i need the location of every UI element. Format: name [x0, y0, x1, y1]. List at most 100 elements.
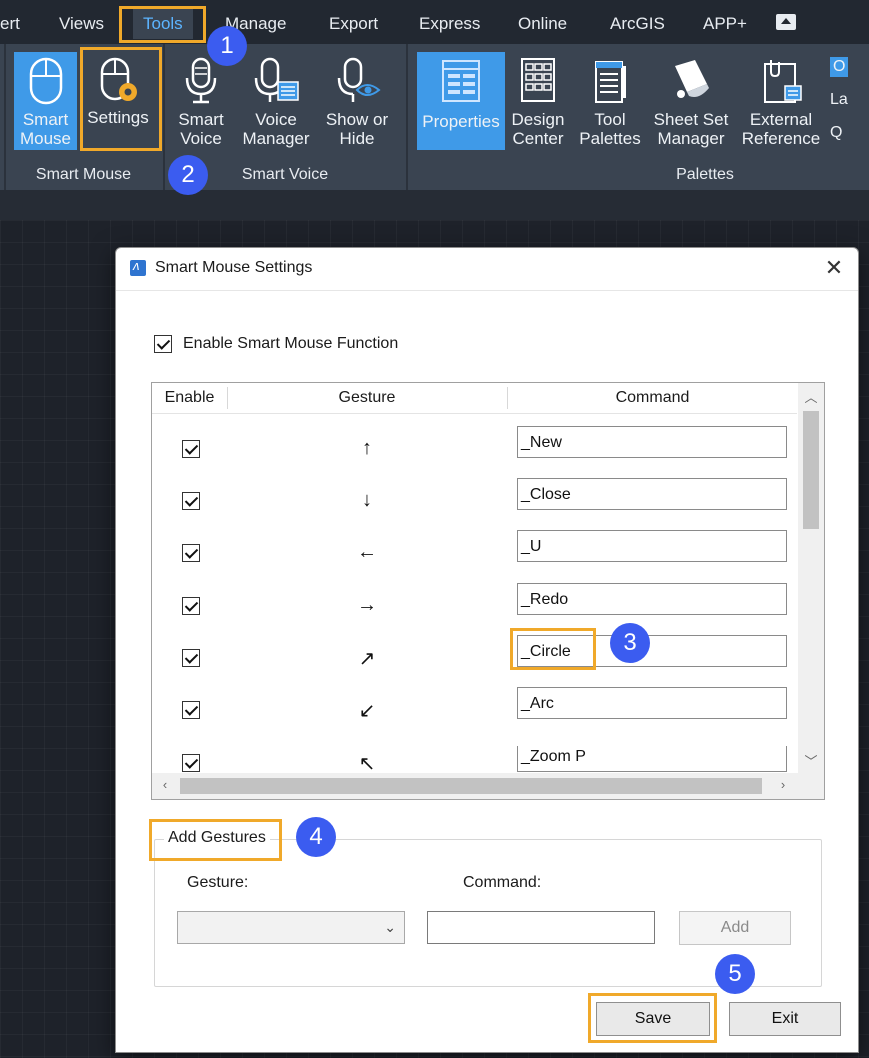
settings-button[interactable]: Settings — [82, 52, 154, 150]
table-row: ↑ _New — [152, 426, 797, 484]
scroll-right-icon[interactable]: › — [770, 777, 796, 792]
mini-label-o: O — [833, 58, 846, 75]
sheet-set-manager-button[interactable]: Sheet Set Manager — [650, 52, 732, 148]
mini-button-la[interactable]: La — [830, 91, 848, 109]
menu-export[interactable]: Export — [329, 14, 378, 34]
dialog-titlebar: Smart Mouse Settings ✕ — [116, 248, 858, 291]
voice-manager-button[interactable]: Voice Manager — [239, 52, 313, 148]
smart-voice-label-1: Smart — [178, 110, 224, 129]
row-enable-checkbox[interactable] — [182, 597, 200, 615]
mini-label-la: La — [830, 91, 848, 108]
callout-badge-3: 3 — [610, 623, 650, 663]
command-field[interactable]: _U — [517, 530, 787, 562]
callout-badge-2: 2 — [168, 155, 208, 195]
row-enable-checkbox[interactable] — [182, 492, 200, 510]
design-center-icon — [521, 58, 555, 102]
row-enable-checkbox[interactable] — [182, 544, 200, 562]
design-center-label-2: Center — [512, 129, 564, 148]
mini-label-q: Q — [830, 124, 843, 141]
gesture-table: Enable Gesture Command ↑ _New ↓ _Close ←… — [151, 382, 825, 800]
gesture-label: Gesture: — [187, 874, 249, 891]
chevron-down-icon: ⌄ — [384, 919, 396, 935]
sheet-set-label-1: Sheet Set — [653, 110, 729, 129]
smart-mouse-button[interactable]: Smart Mouse — [14, 52, 77, 150]
ribbon-bottom-bar — [0, 190, 869, 220]
menu-insert-partial[interactable]: ert — [0, 14, 20, 34]
command-input[interactable] — [427, 911, 655, 944]
properties-label: Properties — [422, 112, 500, 131]
add-button[interactable]: Add — [679, 911, 791, 945]
command-field[interactable]: _Zoom P — [517, 746, 787, 772]
enable-smart-mouse-checkbox[interactable] — [154, 335, 172, 353]
mini-button-q[interactable]: Q — [830, 124, 842, 142]
enable-smart-mouse-label: Enable Smart Mouse Function — [183, 335, 399, 352]
command-field[interactable]: _New — [517, 426, 787, 458]
table-row: ↗ _Circle — [152, 635, 797, 693]
gesture-table-header: Enable Gesture Command — [152, 383, 797, 414]
smart-mouse-label-1: Smart — [22, 110, 69, 129]
tool-palettes-label-1: Tool — [594, 110, 626, 129]
row-enable-checkbox[interactable] — [182, 649, 200, 667]
vertical-scrollbar[interactable]: ︿ ﹀ — [798, 383, 824, 773]
show-hide-button[interactable]: Show or Hide — [320, 52, 394, 148]
menu-views[interactable]: Views — [59, 14, 104, 34]
command-field[interactable]: _Close — [517, 478, 787, 510]
command-label: Command: — [463, 874, 542, 891]
design-center-button[interactable]: Design Center — [509, 52, 567, 148]
voice-manager-label-1: Voice — [255, 110, 297, 129]
smart-mouse-label-2: Mouse — [19, 129, 72, 148]
external-reference-label-2: Reference — [741, 129, 821, 148]
gesture-right-arrow-icon: → — [357, 594, 377, 616]
row-enable-checkbox[interactable] — [182, 754, 200, 772]
external-reference-label-1: External — [749, 110, 813, 129]
gesture-up-arrow-icon: ↑ — [362, 437, 372, 459]
command-field[interactable]: _Arc — [517, 687, 787, 719]
gesture-up-left-arrow-icon: ↖ — [358, 753, 376, 773]
horizontal-scroll-thumb[interactable] — [180, 778, 762, 794]
collapse-ribbon-icon[interactable] — [776, 14, 796, 30]
table-row: ↓ _Close — [152, 478, 797, 536]
exit-button[interactable]: Exit — [729, 1002, 841, 1036]
save-button[interactable]: Save — [596, 1002, 710, 1036]
microphone-icon — [185, 57, 217, 104]
properties-icon — [442, 60, 480, 102]
tool-palettes-button[interactable]: Tool Palettes — [576, 52, 644, 148]
smart-mouse-settings-dialog: Smart Mouse Settings ✕ Enable Smart Mous… — [115, 247, 859, 1053]
command-field[interactable]: _Redo — [517, 583, 787, 615]
menu-express[interactable]: Express — [419, 14, 480, 34]
enable-smart-mouse-row[interactable]: Enable Smart Mouse Function — [154, 335, 398, 356]
column-header-gesture: Gesture — [338, 389, 396, 406]
command-field[interactable]: _Circle — [517, 635, 787, 667]
external-reference-button[interactable]: External Reference — [741, 52, 821, 148]
scroll-down-icon[interactable]: ﹀ — [798, 751, 824, 770]
gesture-down-arrow-icon: ↓ — [362, 489, 372, 511]
scroll-up-icon[interactable]: ︿ — [798, 387, 824, 406]
horizontal-scrollbar[interactable]: ‹ › — [152, 773, 824, 799]
menu-online[interactable]: Online — [518, 14, 567, 34]
row-enable-checkbox[interactable] — [182, 701, 200, 719]
scrollbar-corner — [798, 773, 824, 799]
menu-app-plus[interactable]: APP+ — [703, 14, 747, 34]
row-enable-checkbox[interactable] — [182, 440, 200, 458]
group-label-smart-mouse: Smart Mouse — [35, 166, 132, 183]
menu-tools[interactable]: Tools — [133, 8, 193, 39]
smart-voice-button[interactable]: Smart Voice — [172, 52, 230, 148]
properties-button[interactable]: Properties — [417, 52, 505, 150]
microphone-list-icon — [254, 57, 299, 102]
callout-badge-1: 1 — [207, 26, 247, 66]
gesture-up-right-arrow-icon: ↗ — [358, 648, 376, 670]
vertical-scroll-thumb[interactable] — [803, 411, 819, 529]
scroll-left-icon[interactable]: ‹ — [152, 777, 178, 792]
microphone-eye-icon — [337, 57, 381, 102]
tool-palettes-icon — [595, 61, 626, 103]
gesture-dropdown[interactable]: ⌄ — [177, 911, 405, 944]
mouse-gear-icon — [100, 57, 137, 101]
app-logo-icon — [130, 258, 146, 276]
close-icon[interactable]: ✕ — [820, 254, 848, 282]
gesture-left-arrow-icon: ← — [357, 541, 377, 563]
add-gestures-legend: Add Gestures — [164, 829, 270, 847]
callout-badge-5: 5 — [715, 954, 755, 994]
dialog-title: Smart Mouse Settings — [155, 259, 313, 276]
menu-arcgis[interactable]: ArcGIS — [610, 14, 665, 34]
mini-button-o[interactable]: O — [830, 57, 849, 77]
